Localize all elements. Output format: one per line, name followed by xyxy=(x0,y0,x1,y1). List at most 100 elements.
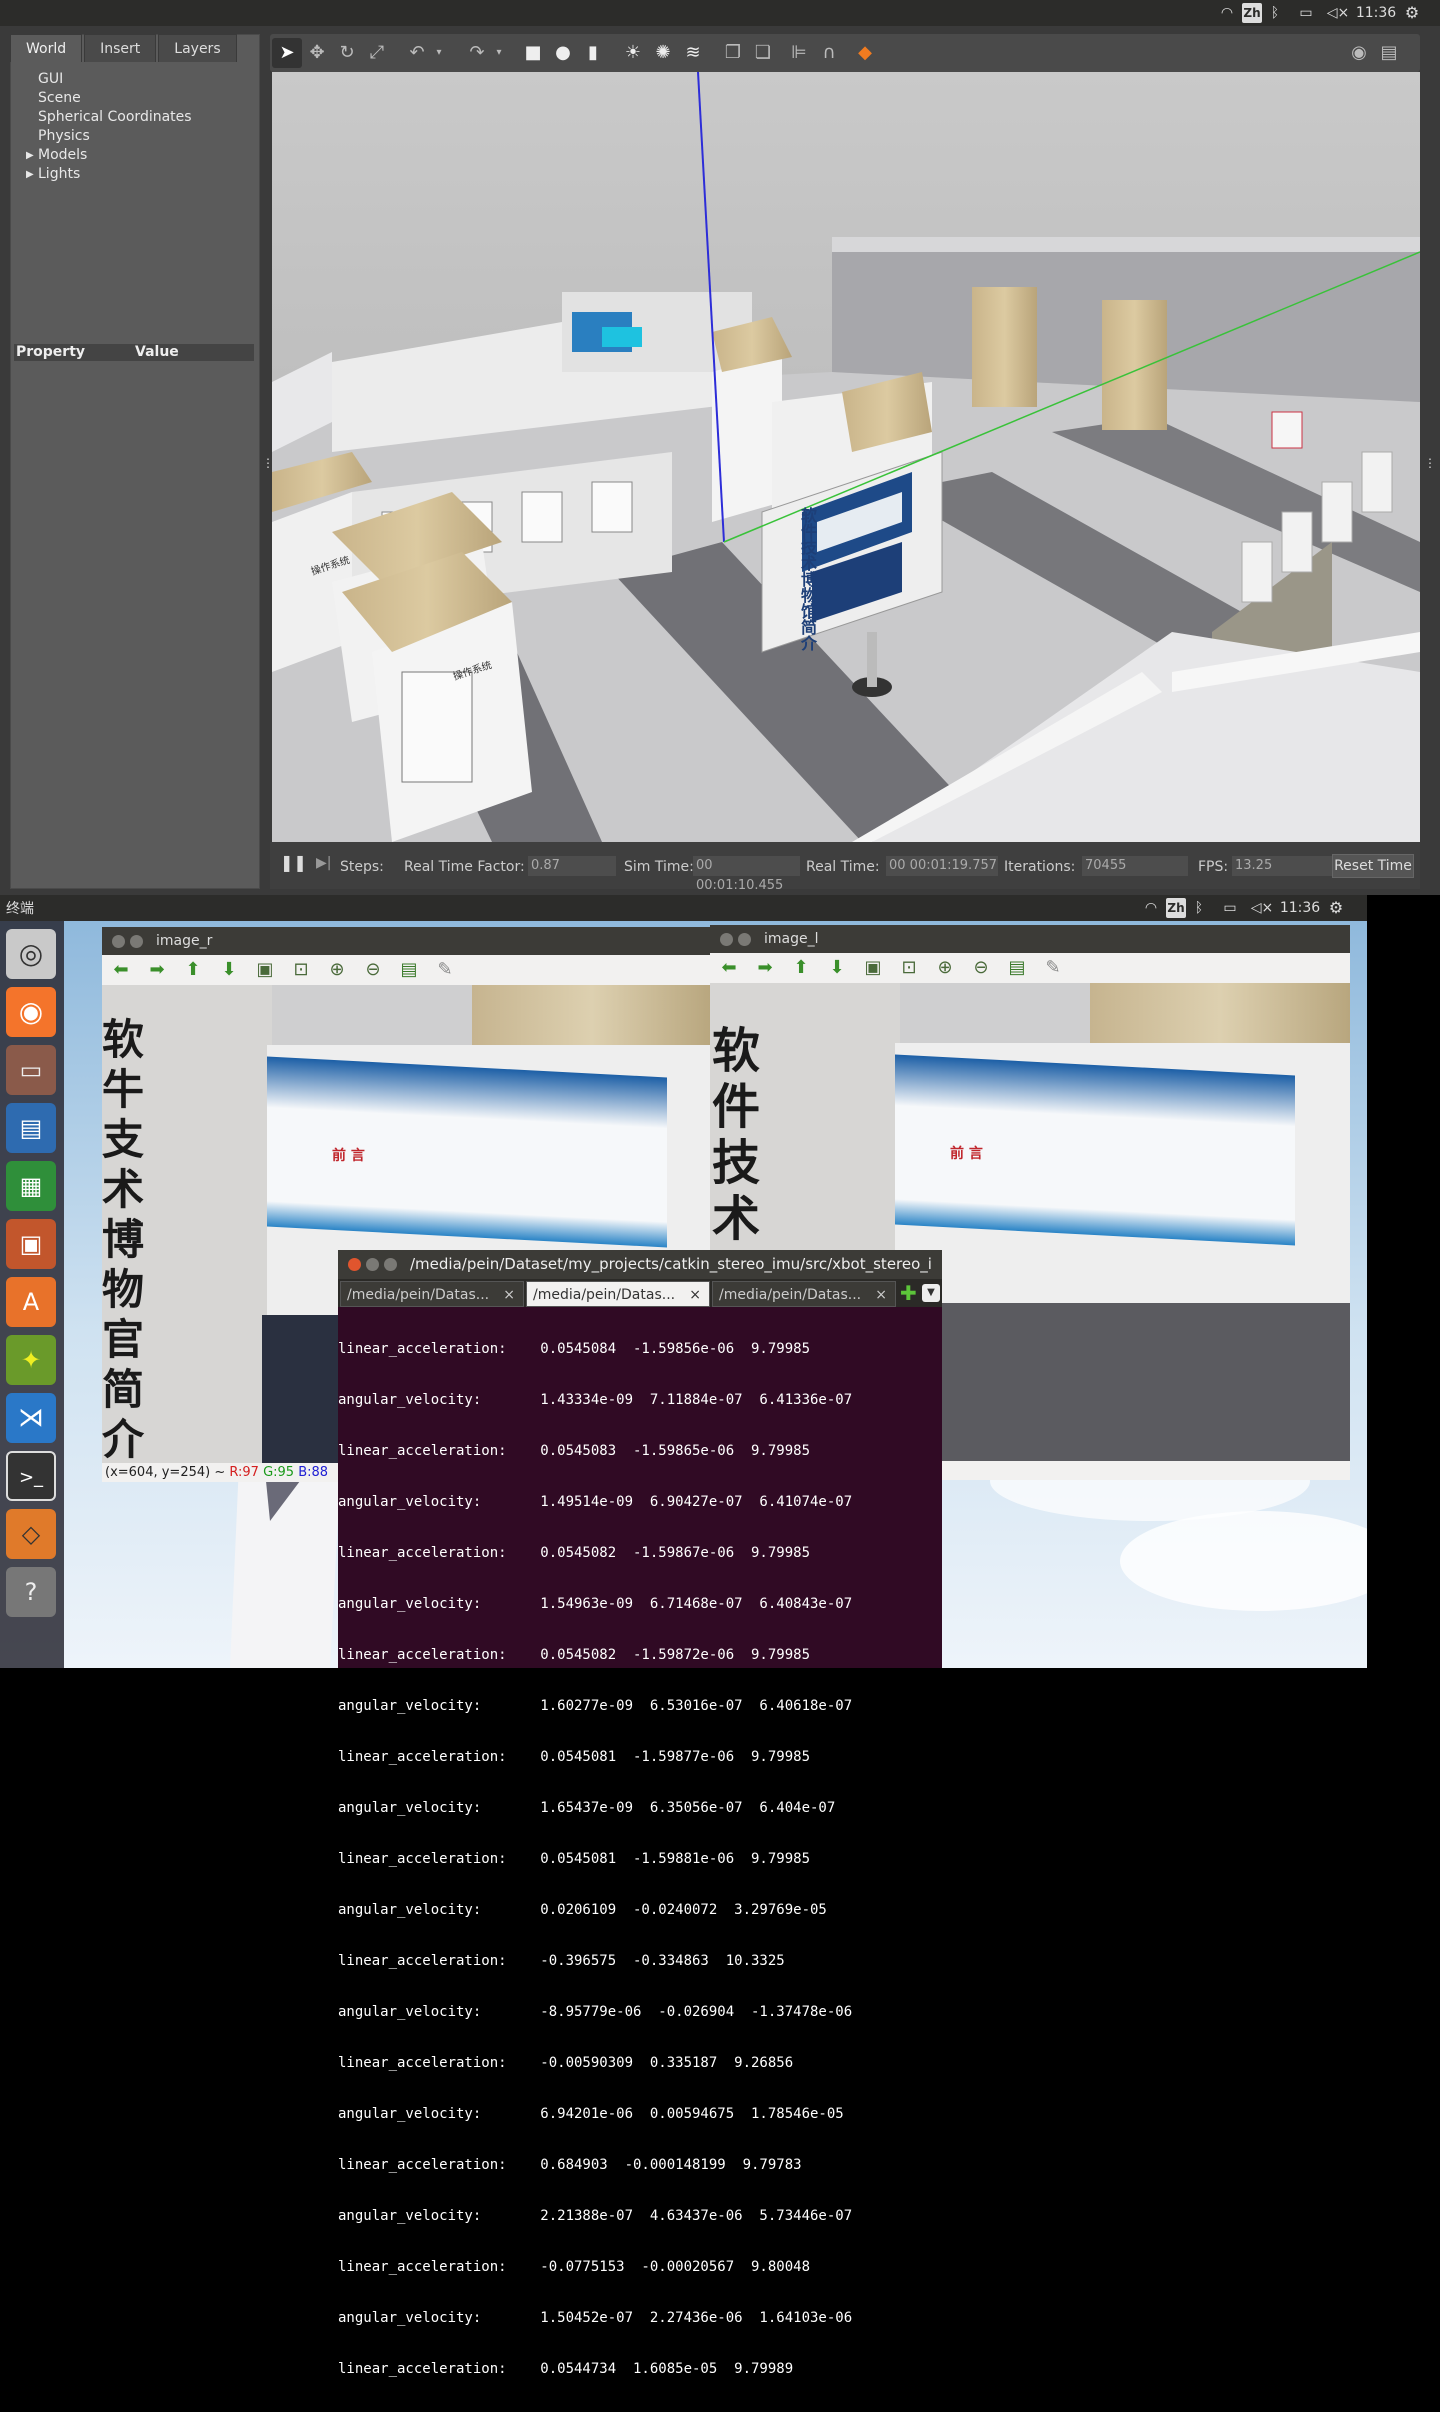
terminal-icon[interactable]: >_ xyxy=(6,1451,56,1501)
tree-item-scene[interactable]: Scene xyxy=(28,89,192,108)
volume-muted-icon[interactable]: ◁× xyxy=(1324,3,1352,23)
close-icon[interactable] xyxy=(348,1258,361,1271)
close-tab-icon[interactable]: × xyxy=(875,1282,887,1308)
minimize-icon[interactable] xyxy=(366,1258,379,1271)
copy-icon[interactable]: ❐ xyxy=(722,42,744,64)
tab-world[interactable]: World xyxy=(10,34,83,62)
reset-time-button[interactable]: Reset Time xyxy=(1332,854,1414,878)
select-mode-arrow-icon[interactable]: ➤ xyxy=(272,38,302,68)
redo-dropdown-icon[interactable]: ▾ xyxy=(488,42,510,64)
align-icon[interactable]: ⊫ xyxy=(788,42,810,64)
undo-dropdown-icon[interactable]: ▾ xyxy=(428,42,450,64)
tree-item-models[interactable]: ▶ Models xyxy=(26,146,192,165)
translate-icon[interactable]: ✥ xyxy=(306,42,328,64)
close-icon[interactable] xyxy=(112,935,125,948)
paste-icon[interactable]: ❏ xyxy=(752,42,774,64)
close-tab-icon[interactable]: × xyxy=(689,1282,701,1308)
terminal-output[interactable]: linear_acceleration: 0.0545084 -1.59856e… xyxy=(338,1307,942,2412)
image-r-titlebar[interactable]: image_r xyxy=(102,927,710,955)
right-splitter-handle[interactable]: ⋮ xyxy=(1424,456,1436,470)
zoom-out-icon[interactable]: ⊖ xyxy=(362,960,384,980)
impress-icon[interactable]: ▣ xyxy=(6,1219,56,1269)
settings-brush-icon[interactable]: ✎ xyxy=(1042,958,1064,978)
battery-icon[interactable]: ▭ xyxy=(1288,3,1324,23)
minimize-icon[interactable] xyxy=(738,933,751,946)
undo-icon[interactable]: ↶ xyxy=(406,42,428,64)
image-icon[interactable]: ▣ xyxy=(254,960,276,980)
save-icon[interactable]: ▤ xyxy=(398,960,420,980)
pause-icon[interactable]: ❚❚ xyxy=(280,854,307,872)
cylinder-shape-icon[interactable]: ▮ xyxy=(582,42,604,64)
zoom-in-icon[interactable]: ⊕ xyxy=(934,958,956,978)
screenshot-camera-icon[interactable]: ◉ xyxy=(1348,42,1370,64)
calc-icon[interactable]: ▦ xyxy=(6,1161,56,1211)
firefox-icon[interactable]: ◉ xyxy=(6,987,56,1037)
tree-item-gui[interactable]: GUI xyxy=(28,70,192,89)
forward-arrow-icon[interactable]: ➡ xyxy=(146,960,168,980)
wifi-icon[interactable]: ◠ xyxy=(1136,898,1166,918)
virtualbox-icon[interactable]: ◇ xyxy=(6,1509,56,1559)
terminal-tab-2[interactable]: /media/pein/Datas... × xyxy=(526,1281,710,1307)
expand-arrow-icon[interactable]: ▶ xyxy=(26,146,34,165)
back-arrow-icon[interactable]: ⬅ xyxy=(718,958,740,978)
image-l-titlebar[interactable]: image_l xyxy=(710,925,1350,953)
scale-icon[interactable]: ⤢ xyxy=(366,42,388,64)
ubuntu-logo-icon[interactable]: ◎ xyxy=(6,929,56,979)
input-method-indicator[interactable]: Zh xyxy=(1166,898,1186,918)
tree-item-lights[interactable]: ▶ Lights xyxy=(26,165,192,184)
zoom-fit-icon[interactable]: ⊡ xyxy=(898,958,920,978)
log-icon[interactable]: ▤ xyxy=(1378,42,1400,64)
terminal-tab-3[interactable]: /media/pein/Datas... × xyxy=(712,1281,896,1307)
rotate-icon[interactable]: ↻ xyxy=(336,42,358,64)
step-icon[interactable]: ▶| xyxy=(316,854,331,872)
point-light-icon[interactable]: ☀ xyxy=(622,42,644,64)
new-tab-plus-icon[interactable]: ✚ xyxy=(900,1283,917,1303)
bluetooth-icon[interactable]: ᛒ xyxy=(1186,898,1212,918)
save-icon[interactable]: ▤ xyxy=(1006,958,1028,978)
volume-muted-icon[interactable]: ◁× xyxy=(1248,898,1276,918)
software-center-icon[interactable]: A xyxy=(6,1277,56,1327)
view-angle-icon[interactable]: ◆ xyxy=(854,42,876,64)
clock[interactable]: 11:36 xyxy=(1352,3,1400,23)
tree-item-spherical-coordinates[interactable]: Spherical Coordinates xyxy=(28,108,192,127)
down-arrow-icon[interactable]: ⬇ xyxy=(218,960,240,980)
back-arrow-icon[interactable]: ⬅ xyxy=(110,960,132,980)
zoom-out-icon[interactable]: ⊖ xyxy=(970,958,992,978)
vscode-icon[interactable]: ⋊ xyxy=(6,1393,56,1443)
up-arrow-icon[interactable]: ⬆ xyxy=(790,958,812,978)
terminal-tab-1[interactable]: /media/pein/Datas... × xyxy=(340,1281,524,1307)
tree-item-physics[interactable]: Physics xyxy=(28,127,192,146)
zoom-in-icon[interactable]: ⊕ xyxy=(326,960,348,980)
files-icon[interactable]: ▭ xyxy=(6,1045,56,1095)
down-arrow-icon[interactable]: ⬇ xyxy=(826,958,848,978)
settings-brush-icon[interactable]: ✎ xyxy=(434,960,456,980)
image-icon[interactable]: ▣ xyxy=(862,958,884,978)
sphere-shape-icon[interactable]: ● xyxy=(552,42,574,64)
up-arrow-icon[interactable]: ⬆ xyxy=(182,960,204,980)
snap-icon[interactable]: ∩ xyxy=(818,42,840,64)
3d-scene-viewport[interactable]: 软件技术博物馆简介 操作系统 操作系统 xyxy=(272,72,1420,842)
tab-layers[interactable]: Layers xyxy=(158,34,237,62)
bluetooth-icon[interactable]: ᛒ xyxy=(1262,3,1288,23)
minimize-icon[interactable] xyxy=(130,935,143,948)
maximize-icon[interactable] xyxy=(384,1258,397,1271)
help-icon[interactable]: ? xyxy=(6,1567,56,1617)
box-shape-icon[interactable]: ■ xyxy=(522,42,544,64)
zoom-fit-icon[interactable]: ⊡ xyxy=(290,960,312,980)
terminal-titlebar[interactable]: /media/pein/Dataset/my_projects/catkin_s… xyxy=(338,1250,942,1279)
wifi-icon[interactable]: ◠ xyxy=(1212,3,1242,23)
forward-arrow-icon[interactable]: ➡ xyxy=(754,958,776,978)
unity-tweak-icon[interactable]: ✦ xyxy=(6,1335,56,1385)
clock[interactable]: 11:36 xyxy=(1276,898,1324,918)
expand-arrow-icon[interactable]: ▶ xyxy=(26,165,34,184)
directional-light-icon[interactable]: ≋ xyxy=(682,42,704,64)
gear-icon[interactable]: ⚙ xyxy=(1400,3,1424,23)
input-method-indicator[interactable]: Zh xyxy=(1242,3,1262,23)
redo-icon[interactable]: ↷ xyxy=(466,42,488,64)
gear-icon[interactable]: ⚙ xyxy=(1324,898,1348,918)
close-tab-icon[interactable]: × xyxy=(503,1282,515,1308)
close-icon[interactable] xyxy=(720,933,733,946)
writer-icon[interactable]: ▤ xyxy=(6,1103,56,1153)
tab-menu-chevron-down-icon[interactable]: ▼ xyxy=(922,1284,940,1302)
spot-light-icon[interactable]: ✺ xyxy=(652,42,674,64)
